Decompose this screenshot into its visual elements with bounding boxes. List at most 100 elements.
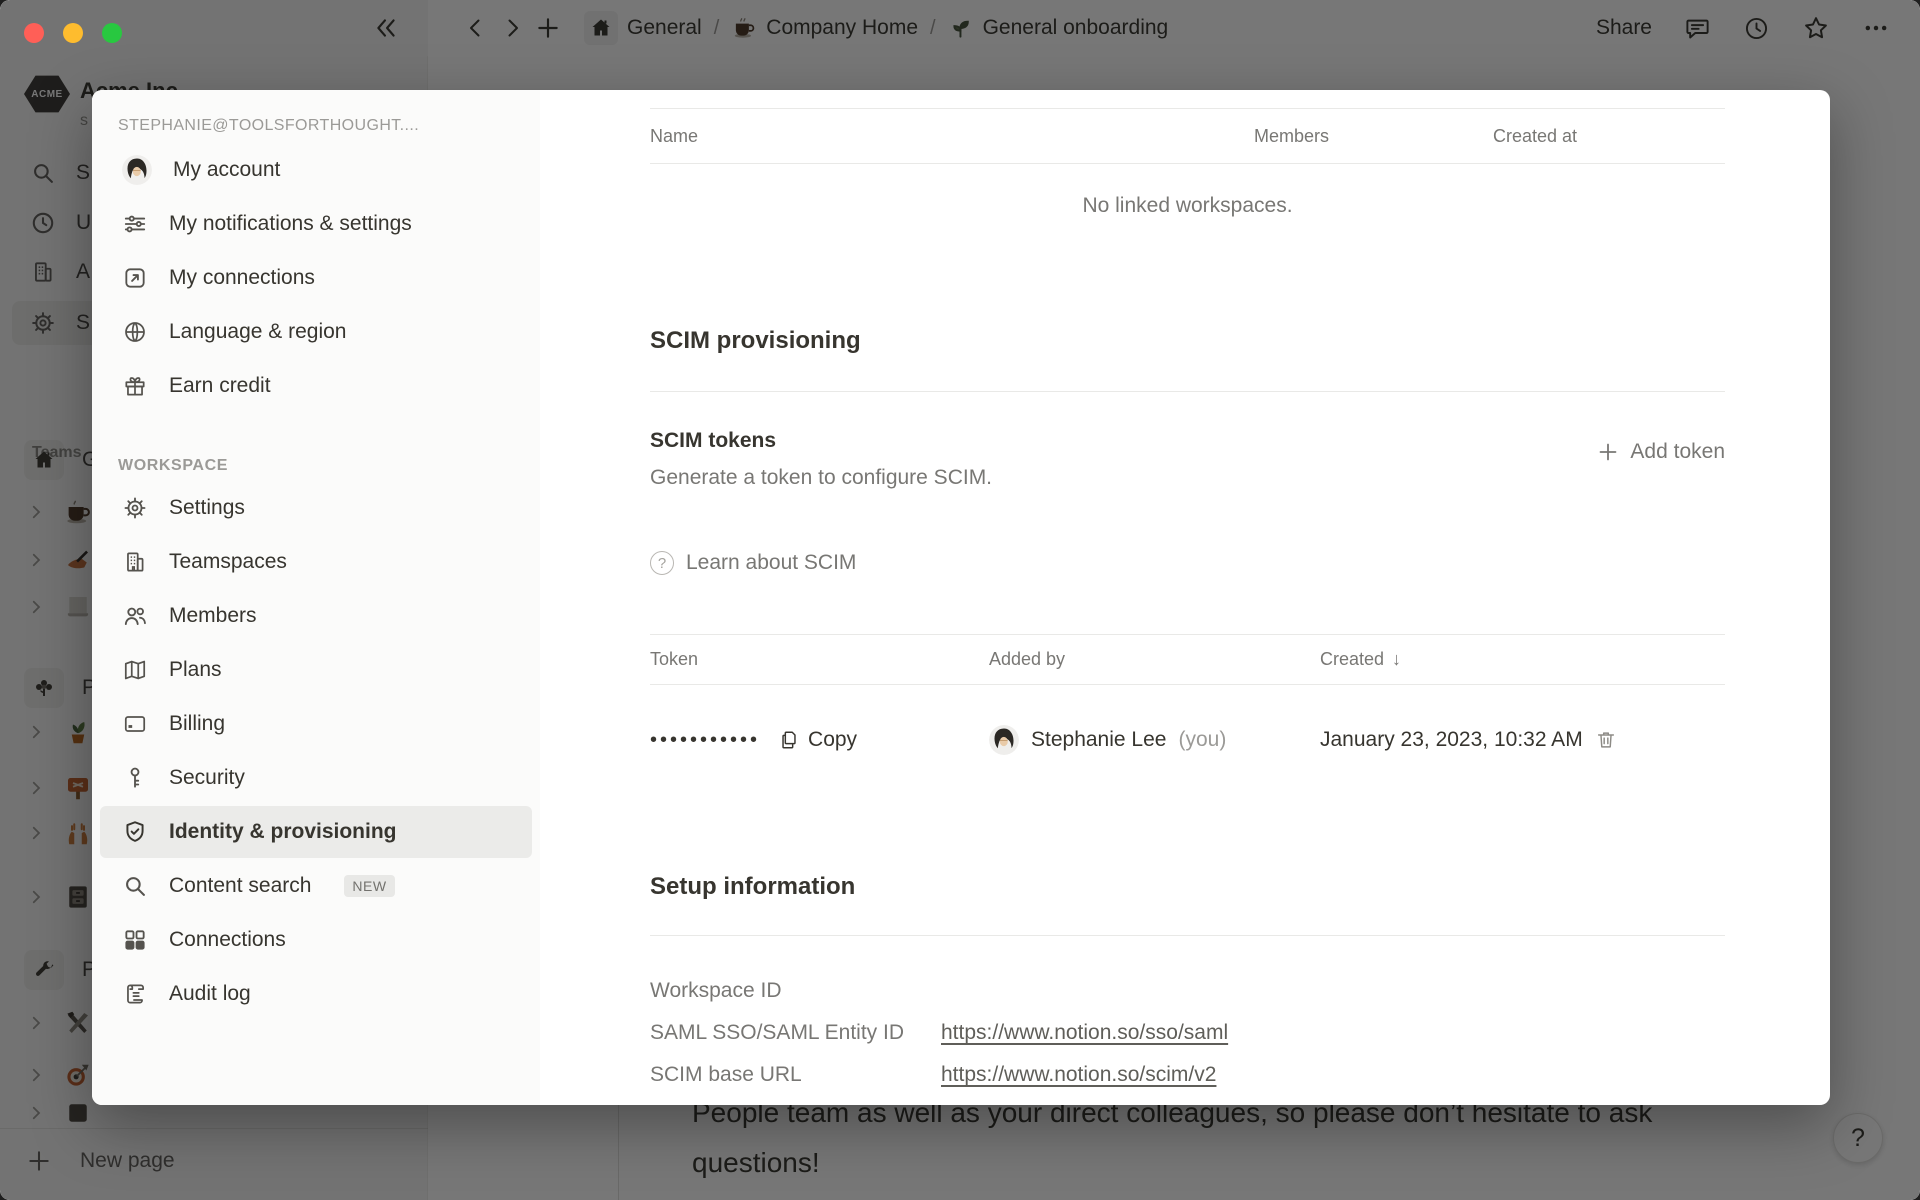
close-window-button[interactable]: [24, 23, 44, 43]
account-email-header: STEPHANIE@TOOLSFORTHOUGHT....: [92, 114, 540, 138]
settings-item-label: My notifications & settings: [169, 212, 412, 236]
column-header-token: Token: [650, 649, 989, 670]
section-divider: [650, 935, 1725, 936]
add-token-button[interactable]: Add token: [1596, 440, 1725, 464]
column-header-name: Name: [650, 126, 1254, 147]
copy-label: Copy: [808, 728, 857, 752]
setup-information-rows: Workspace ID SAML SSO/SAML Entity ID htt…: [650, 970, 1725, 1096]
globe-icon: [122, 319, 148, 345]
settings-item-label: Audit log: [169, 982, 251, 1006]
trash-icon[interactable]: [1595, 729, 1617, 751]
settings-item-content-search[interactable]: Content search NEW: [100, 860, 532, 912]
created-timestamp: January 23, 2023, 10:32 AM: [1320, 728, 1583, 752]
key-icon: [122, 765, 148, 791]
settings-item-label: Content search: [169, 874, 311, 898]
notion-window: General / Company Home / General onboard…: [0, 0, 1920, 1200]
credit-card-icon: [122, 711, 148, 737]
grid-icon: [122, 927, 148, 953]
scim-tokens-row: SCIM tokens Generate a token to configur…: [650, 428, 1725, 491]
scim-tokens-description: Generate a token to configure SCIM.: [650, 465, 992, 491]
setup-information-heading: Setup information: [650, 871, 1725, 903]
table-header-row: Token Added by Created ↓: [650, 635, 1725, 685]
user-avatar: [122, 155, 152, 185]
column-header-members: Members: [1254, 126, 1493, 147]
settings-item-notifications[interactable]: My notifications & settings: [100, 198, 532, 250]
setup-label: Workspace ID: [650, 979, 941, 1003]
settings-item-billing[interactable]: Billing: [100, 698, 532, 750]
gift-icon: [122, 373, 148, 399]
audit-scroll-icon: [122, 981, 148, 1007]
window-controls: [24, 23, 122, 43]
add-token-label: Add token: [1630, 440, 1725, 464]
empty-state-text: No linked workspaces.: [650, 164, 1725, 263]
saml-sso-link[interactable]: https://www.notion.so/sso/saml: [941, 1021, 1228, 1045]
setup-row-saml-entity-id: SAML SSO/SAML Entity ID https://www.noti…: [650, 1012, 1725, 1054]
setup-row-workspace-id: Workspace ID: [650, 970, 1725, 1012]
plus-icon: [1596, 440, 1620, 464]
settings-item-plans[interactable]: Plans: [100, 644, 532, 696]
settings-item-label: Billing: [169, 712, 225, 736]
settings-item-settings[interactable]: Settings: [100, 482, 532, 534]
added-by-you-suffix: (you): [1178, 728, 1226, 752]
settings-item-language-region[interactable]: Language & region: [100, 306, 532, 358]
setup-row-scim-base-url: SCIM base URL https://www.notion.so/scim…: [650, 1054, 1725, 1096]
workspace-section-header: WORKSPACE: [92, 456, 540, 476]
minimize-window-button[interactable]: [63, 23, 83, 43]
settings-item-label: My connections: [169, 266, 315, 290]
token-table-row: ••••••••••• Copy Stephanie Lee (you): [650, 685, 1725, 795]
settings-item-label: Language & region: [169, 320, 347, 344]
zoom-window-button[interactable]: [102, 23, 122, 43]
column-header-added-by: Added by: [989, 649, 1320, 670]
learn-about-scim-label: Learn about SCIM: [686, 551, 856, 575]
settings-item-label: Identity & provisioning: [169, 820, 397, 844]
settings-item-label: Settings: [169, 496, 245, 520]
question-circle-icon: ?: [650, 551, 674, 575]
copy-icon: [778, 729, 800, 751]
settings-item-audit-log[interactable]: Audit log: [100, 968, 532, 1020]
settings-item-label: Security: [169, 766, 245, 790]
settings-item-label: Earn credit: [169, 374, 271, 398]
settings-item-label: Members: [169, 604, 257, 628]
scim-token-table: Token Added by Created ↓ ••••••••••• Cop…: [650, 634, 1725, 795]
settings-modal: STEPHANIE@TOOLSFORTHOUGHT.... My account…: [92, 90, 1830, 1105]
settings-content: Name Members Created at No linked worksp…: [540, 90, 1830, 1105]
shield-check-icon: [122, 819, 148, 845]
copy-token-button[interactable]: Copy: [778, 728, 857, 752]
table-header-row: Name Members Created at: [650, 109, 1725, 164]
column-header-created[interactable]: Created ↓: [1320, 649, 1725, 670]
settings-item-my-connections[interactable]: My connections: [100, 252, 532, 304]
settings-item-label: Teamspaces: [169, 550, 287, 574]
settings-item-teamspaces[interactable]: Teamspaces: [100, 536, 532, 588]
linked-workspaces-table: Name Members Created at No linked worksp…: [650, 108, 1725, 263]
section-divider: [650, 391, 1725, 392]
settings-item-identity-provisioning[interactable]: Identity & provisioning: [100, 806, 532, 858]
settings-item-earn-credit[interactable]: Earn credit: [100, 360, 532, 412]
people-icon: [122, 603, 148, 629]
settings-item-security[interactable]: Security: [100, 752, 532, 804]
sliders-icon: [122, 211, 148, 237]
new-badge: NEW: [344, 875, 394, 897]
scim-provisioning-heading: SCIM provisioning: [650, 325, 1725, 357]
column-header-created-at: Created at: [1493, 126, 1725, 147]
scim-tokens-title: SCIM tokens: [650, 428, 992, 454]
settings-item-my-account[interactable]: My account: [100, 144, 532, 196]
learn-about-scim-link[interactable]: ? Learn about SCIM: [650, 551, 1725, 575]
search-icon: [122, 873, 148, 899]
scim-base-url-link[interactable]: https://www.notion.so/scim/v2: [941, 1063, 1216, 1087]
user-avatar: [989, 725, 1019, 755]
arrow-up-right-icon: [122, 265, 148, 291]
building-icon: [122, 549, 148, 575]
settings-item-label: Plans: [169, 658, 222, 682]
settings-sidebar: STEPHANIE@TOOLSFORTHOUGHT.... My account…: [92, 90, 540, 1105]
settings-item-connections[interactable]: Connections: [100, 914, 532, 966]
settings-item-members[interactable]: Members: [100, 590, 532, 642]
settings-item-label: My account: [173, 158, 280, 182]
setup-label: SCIM base URL: [650, 1063, 941, 1087]
sort-descending-icon: ↓: [1392, 649, 1401, 670]
map-icon: [122, 657, 148, 683]
settings-item-label: Connections: [169, 928, 286, 952]
gear-icon: [122, 495, 148, 521]
masked-token-value: •••••••••••: [650, 729, 760, 752]
setup-label: SAML SSO/SAML Entity ID: [650, 1021, 941, 1045]
added-by-name: Stephanie Lee: [1031, 728, 1166, 752]
